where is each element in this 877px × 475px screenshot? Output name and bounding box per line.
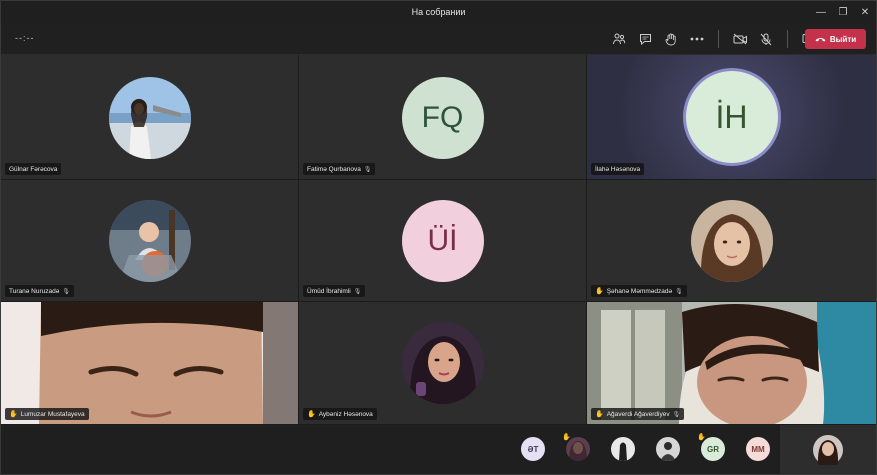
overflow-participant[interactable] — [611, 437, 635, 461]
participant-tile[interactable]: Gülnar Fərəcova — [1, 55, 298, 179]
participant-name: İlahə Həsənova — [595, 165, 641, 173]
toolbar-controls — [606, 29, 822, 49]
raised-hand-icon: ✋ — [595, 288, 604, 295]
participant-name-tag: ✋ Aybəniz Həsənova — [303, 408, 377, 420]
participant-initials: İH — [715, 98, 748, 135]
overflow-initials: MM — [751, 444, 765, 454]
raised-hand-icon: ✋ — [9, 411, 18, 418]
raised-hand-icon: ✋ — [562, 434, 571, 441]
participant-photo — [690, 200, 773, 282]
participant-photo — [108, 77, 191, 159]
participant-name: Ümüd İbrahimli — [307, 287, 351, 295]
participant-name-tag: Gülnar Fərəcova — [5, 163, 62, 175]
raised-hand-icon: ✋ — [697, 434, 706, 441]
people-icon[interactable] — [606, 29, 632, 49]
hang-up-icon — [815, 37, 826, 42]
more-icon[interactable] — [684, 29, 710, 49]
chat-icon[interactable] — [632, 29, 658, 49]
camera-off-icon[interactable] — [727, 29, 753, 49]
mic-off-icon: 🎙︎ — [675, 288, 683, 295]
participant-tile[interactable]: Üİ Ümüd İbrahimli 🎙︎ — [299, 180, 586, 301]
leave-label: Выйти — [829, 34, 857, 44]
self-avatar — [813, 434, 843, 465]
participant-name: Şəhanə Məmmədzadə — [606, 287, 673, 295]
title-bar: На собрании — ❐ ✕ — [1, 1, 876, 23]
participant-photo — [108, 200, 191, 282]
meeting-timer: --:-- — [15, 33, 35, 43]
participant-name: Lumuzar Mustafayeva — [20, 410, 85, 418]
mic-off-icon[interactable] — [753, 29, 779, 49]
raise-hand-icon[interactable] — [658, 29, 684, 49]
participant-name-tag: Fatimə Qurbanova 🎙︎ — [303, 163, 376, 175]
self-view-tile[interactable] — [780, 425, 876, 474]
participant-name-tag: Turanə Nuruzadə 🎙︎ — [5, 285, 74, 297]
raised-hand-icon: ✋ — [307, 411, 316, 418]
overflow-initials: ƏT — [527, 444, 539, 454]
overflow-participant[interactable] — [656, 437, 680, 461]
participant-tile[interactable]: ✋ Aybəniz Həsənova — [299, 302, 586, 424]
window-controls: — ❐ ✕ — [810, 1, 876, 23]
overflow-participant[interactable]: MM — [746, 437, 770, 461]
participant-name-tag: İlahə Həsənova — [591, 163, 645, 175]
participant-name-tag: Ümüd İbrahimli 🎙︎ — [303, 285, 366, 297]
minimize-button[interactable]: — — [810, 1, 832, 23]
participant-name-tag: ✋ Ağaverdi Ağaverdiyev 🎙︎ — [591, 408, 685, 420]
participant-name: Fatimə Qurbanova — [307, 165, 361, 173]
toolbar-divider — [718, 30, 719, 48]
teams-meeting-window: На собрании — ❐ ✕ --:-- Выйти Gülnar Fər… — [0, 0, 877, 475]
window-title: На собрании — [411, 7, 466, 17]
overflow-participant[interactable]: ƏT — [521, 437, 545, 461]
participant-video-feed — [587, 302, 876, 424]
participant-tile-video[interactable]: ✋ Ağaverdi Ağaverdiyev 🎙︎ — [587, 302, 876, 424]
meeting-toolbar: --:-- Выйти — [1, 23, 876, 55]
restore-button[interactable]: ❐ — [832, 1, 854, 23]
participant-initials: Üİ — [427, 224, 458, 257]
participant-video-feed — [1, 302, 298, 424]
participant-name-tag: ✋ Lumuzar Mustafayeva — [5, 408, 89, 420]
participant-name-tag: ✋ Şəhanə Məmmədzadə 🎙︎ — [591, 285, 687, 297]
participant-tile[interactable]: Turanə Nuruzadə 🎙︎ — [1, 180, 298, 301]
close-button[interactable]: ✕ — [854, 1, 876, 23]
participant-tile-video[interactable]: ✋ Lumuzar Mustafayeva — [1, 302, 298, 424]
participant-initials: FQ — [421, 101, 464, 134]
overflow-initials: GR — [707, 444, 719, 454]
participant-name: Gülnar Fərəcova — [9, 165, 58, 173]
participant-grid: Gülnar Fərəcova FQ Fatimə Qurbanova 🎙︎ İ… — [1, 55, 876, 425]
participant-initials-avatar: Üİ — [401, 200, 484, 282]
raised-hand-icon: ✋ — [595, 411, 604, 418]
overflow-photo — [656, 437, 680, 461]
toolbar-divider — [787, 30, 788, 48]
participant-tile[interactable]: ✋ Şəhanə Məmmədzadə 🎙︎ — [587, 180, 876, 301]
mic-off-icon: 🎙︎ — [672, 411, 681, 418]
participant-name: Turanə Nuruzadə — [9, 287, 60, 295]
participant-initials-avatar: İH — [685, 71, 778, 163]
participant-initials-avatar: FQ — [401, 77, 484, 159]
mic-off-icon: 🎙︎ — [363, 166, 372, 173]
leave-button[interactable]: Выйти — [805, 29, 866, 49]
participant-photo — [401, 322, 484, 404]
participant-name: Aybəniz Həsənova — [318, 410, 373, 418]
mic-off-icon: 🎙︎ — [62, 288, 70, 295]
participant-tile[interactable]: FQ Fatimə Qurbanova 🎙︎ — [299, 55, 586, 179]
mic-off-icon: 🎙︎ — [353, 288, 362, 295]
overflow-participants-bar: ƏT ✋ GR ✋ MM — [1, 425, 876, 474]
participant-name: Ağaverdi Ağaverdiyev — [606, 410, 670, 418]
overflow-photo — [611, 437, 635, 461]
participant-tile-speaking[interactable]: İH İlahə Həsənova — [587, 55, 876, 179]
